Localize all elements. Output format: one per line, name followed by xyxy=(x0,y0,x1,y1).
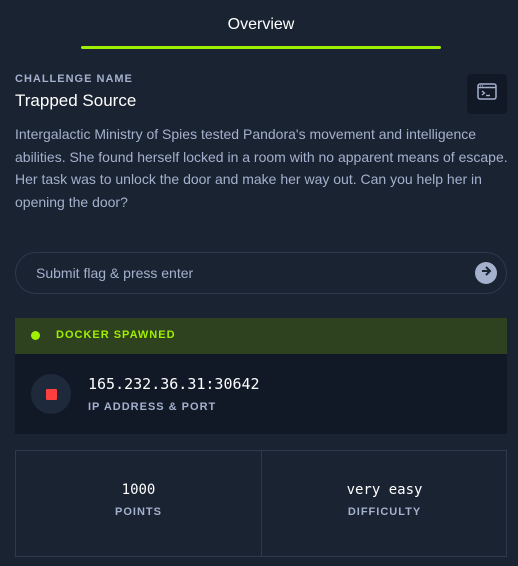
docker-status-bar: DOCKER SPAWNED xyxy=(15,318,507,354)
difficulty-label: DIFFICULTY xyxy=(347,506,422,518)
difficulty-stat: very easy DIFFICULTY xyxy=(262,451,507,556)
difficulty-value: very easy xyxy=(346,482,423,498)
points-value: 1000 xyxy=(121,482,156,498)
status-dot-icon xyxy=(31,331,40,340)
challenge-stats: 1000 POINTS very easy DIFFICULTY xyxy=(15,450,507,557)
active-tab-indicator xyxy=(81,46,441,49)
challenge-description: Intergalactic Ministry of Spies tested P… xyxy=(15,126,508,210)
flag-input[interactable] xyxy=(36,253,466,293)
challenge-title: Trapped Source xyxy=(15,91,137,110)
challenge-name-label: CHALLENGE NAME xyxy=(15,73,133,85)
tab-overview[interactable]: Overview xyxy=(81,0,441,50)
flag-field-container xyxy=(15,252,507,294)
stop-instance-button[interactable] xyxy=(31,374,71,414)
ip-address-label: IP ADDRESS & PORT xyxy=(88,401,217,413)
points-label: POINTS xyxy=(115,506,162,518)
points-stat: 1000 POINTS xyxy=(16,451,261,556)
submit-flag-button[interactable] xyxy=(475,262,497,284)
ip-address-value[interactable]: 165.232.36.31:30642 xyxy=(88,375,260,393)
terminal-icon xyxy=(477,83,497,105)
docker-instance-panel: 165.232.36.31:30642 IP ADDRESS & PORT xyxy=(15,354,507,434)
arrow-right-icon xyxy=(480,264,492,282)
tab-bar: Overview xyxy=(0,0,518,50)
stop-icon xyxy=(45,388,57,400)
docker-status-label: DOCKER SPAWNED xyxy=(56,329,176,341)
terminal-button[interactable] xyxy=(467,74,507,114)
